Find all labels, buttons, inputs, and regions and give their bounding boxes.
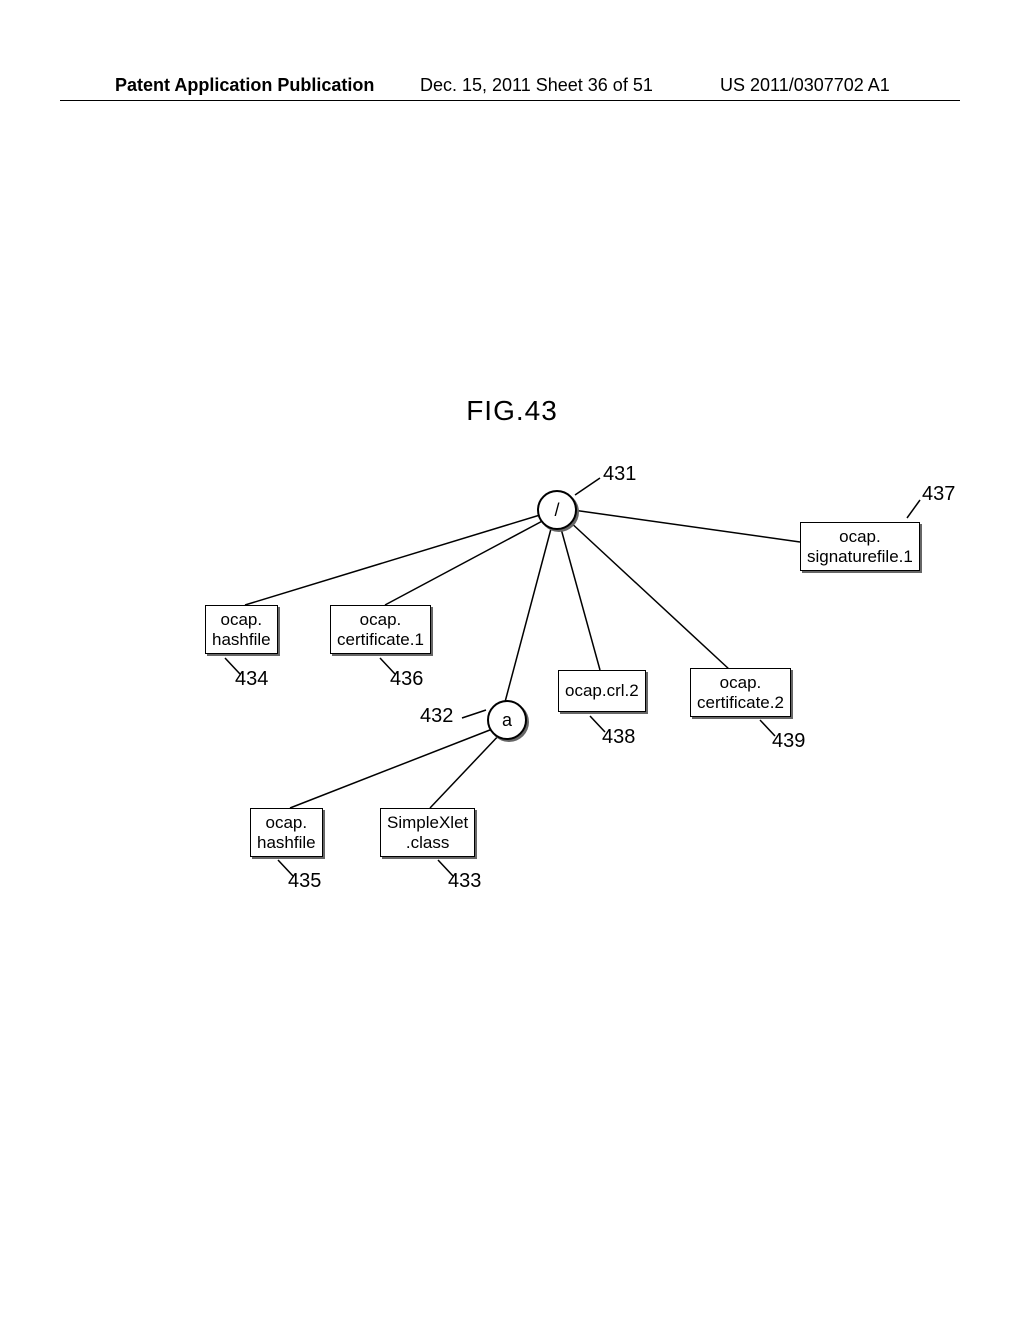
figure-title: FIG.43 [0, 395, 1024, 427]
header-right: US 2011/0307702 A1 [720, 75, 890, 96]
figure-diagram: / 431 ocap. signaturefile.1 437 ocap. ha… [0, 460, 1024, 960]
header-rule [60, 100, 960, 101]
ref-433: 433 [448, 870, 481, 893]
ref-leader-433 [0, 460, 1024, 960]
header-mid: Dec. 15, 2011 Sheet 36 of 51 [420, 75, 653, 96]
header-left: Patent Application Publication [115, 75, 374, 96]
